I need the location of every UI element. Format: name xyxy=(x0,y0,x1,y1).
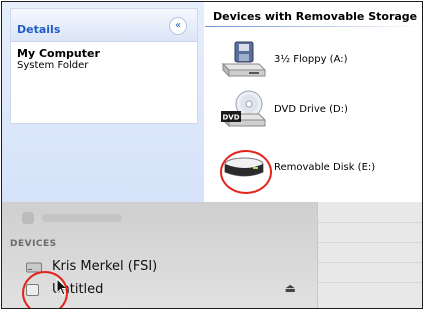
device-label: 3½ Floppy (A:) xyxy=(274,54,348,65)
devices-section-header: DEVICES xyxy=(10,239,57,249)
floppy-drive-icon xyxy=(221,41,267,78)
finder-content-pane xyxy=(317,202,422,308)
eject-icon[interactable]: ⏏ xyxy=(285,281,296,295)
details-pane: Details « My Computer System Folder xyxy=(2,2,204,202)
header-divider xyxy=(205,26,422,27)
blurred-item xyxy=(22,212,142,224)
blurred-text xyxy=(42,214,122,222)
details-header[interactable]: Details « xyxy=(11,9,197,42)
screenshot-frame: Details « My Computer System Folder Devi… xyxy=(1,1,423,309)
highlight-circle xyxy=(220,150,272,194)
details-item-name: My Computer xyxy=(17,47,100,60)
device-label: DVD Drive (D:) xyxy=(274,104,348,115)
sidebar-item-label: Kris Merkel (FSI) xyxy=(52,259,158,274)
devices-pane: Devices with Removable Storage 3½ Floppy… xyxy=(205,2,422,202)
sidebar-list: DEVICES Kris Merkel (FSI) Untitled ⏏ xyxy=(2,202,317,308)
device-dvd[interactable]: DVD DVD Drive (D:) xyxy=(219,90,419,130)
device-floppy[interactable]: 3½ Floppy (A:) xyxy=(219,40,419,80)
details-panel: Details « My Computer System Folder xyxy=(10,8,198,124)
dvd-drive-icon: DVD xyxy=(221,90,267,128)
device-label: Removable Disk (E:) xyxy=(274,162,376,173)
blurred-icon xyxy=(22,212,34,224)
collapse-chevron-icon[interactable]: « xyxy=(169,17,187,35)
dvd-badge: DVD xyxy=(222,114,239,122)
sidebar-item-kris-merkel[interactable]: Kris Merkel (FSI) xyxy=(26,258,296,278)
mac-finder-sidebar: DEVICES Kris Merkel (FSI) Untitled ⏏ xyxy=(2,202,422,308)
highlight-circle xyxy=(22,271,68,308)
devices-group-header: Devices with Removable Storage xyxy=(213,10,418,23)
details-item-type: System Folder xyxy=(17,60,89,71)
details-title: Details xyxy=(17,23,61,36)
